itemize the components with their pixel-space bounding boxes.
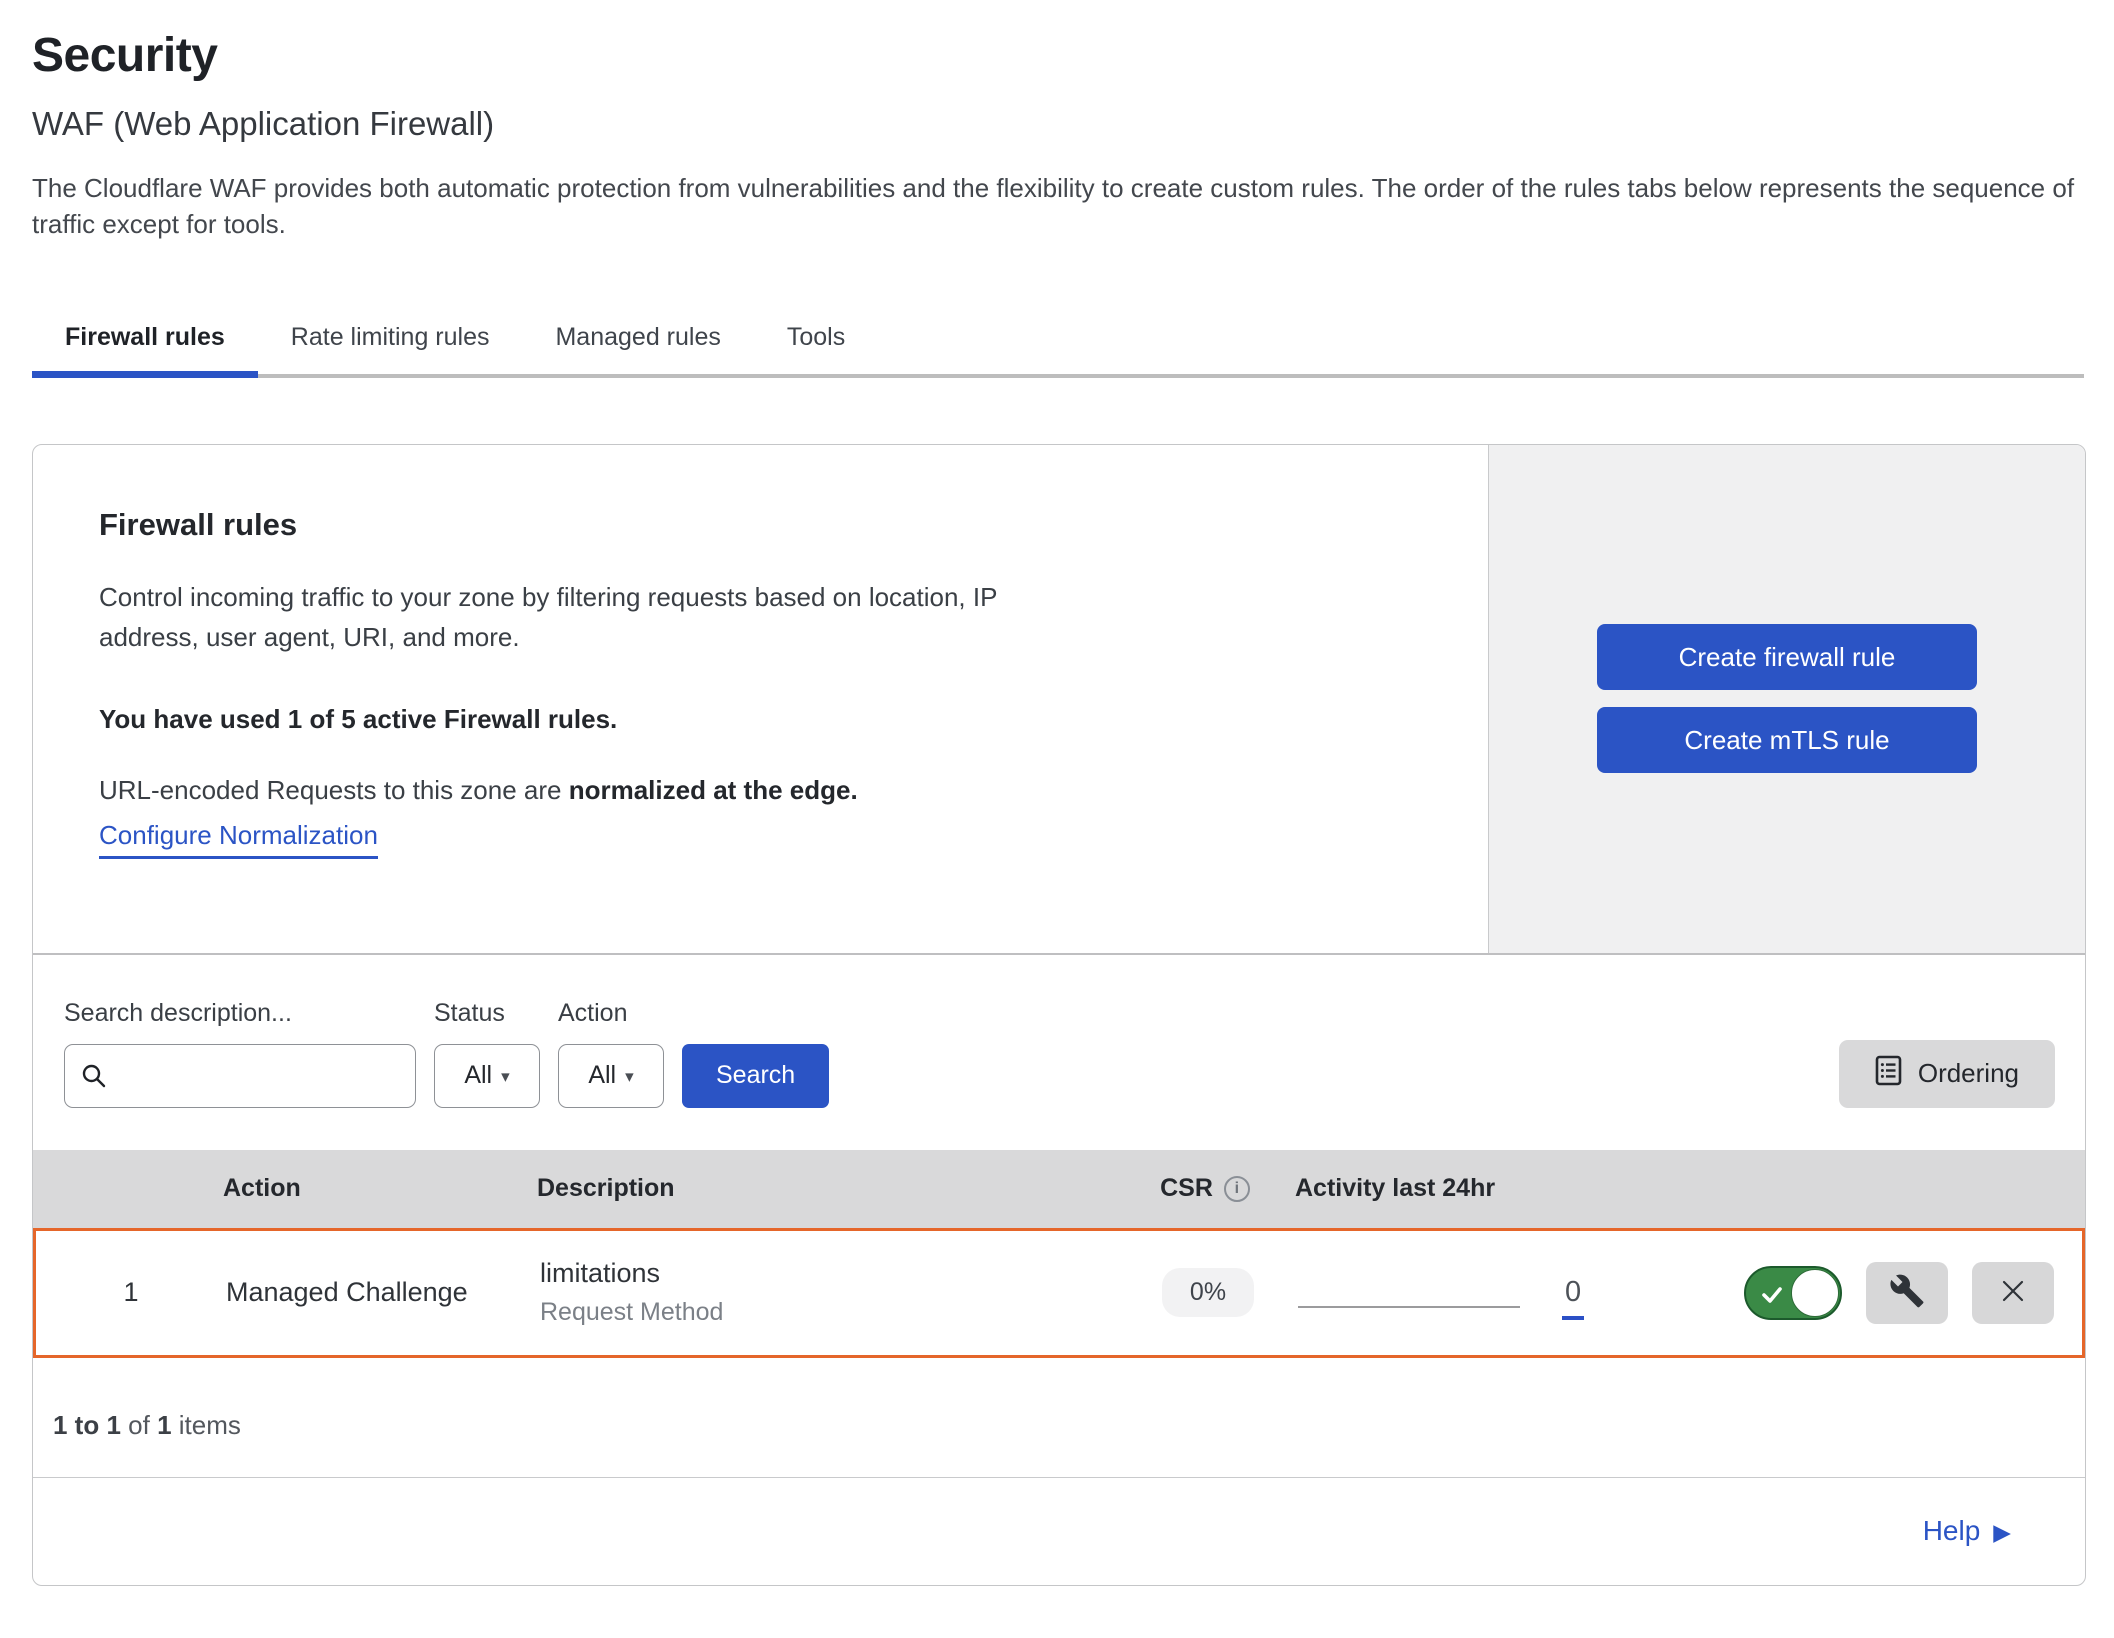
search-field-group: Search description... (64, 999, 416, 1108)
check-icon (1759, 1282, 1785, 1313)
tab-bar: Firewall rules Rate limiting rules Manag… (32, 305, 2084, 378)
edit-rule-button[interactable] (1866, 1262, 1948, 1324)
rule-position: 1 (36, 1277, 226, 1308)
items-total: 1 (157, 1410, 171, 1440)
page-subtitle: WAF (Web Application Firewall) (32, 105, 2084, 143)
header-cell-action: Action (223, 1174, 537, 1203)
table-row: 1 Managed Challenge limitations Request … (33, 1228, 2085, 1358)
activity-sparkline (1298, 1306, 1520, 1308)
action-field-label: Action (558, 999, 664, 1028)
rule-controls (1678, 1262, 2082, 1324)
wrench-icon (1889, 1273, 1925, 1312)
ordering-button-label: Ordering (1918, 1058, 2019, 1089)
firewall-rules-info: Firewall rules Control incoming traffic … (33, 445, 1488, 953)
ordering-button[interactable]: Ordering (1839, 1040, 2055, 1108)
rule-description: limitations (540, 1258, 1118, 1289)
tab-tools[interactable]: Tools (754, 305, 878, 374)
create-mtls-rule-button[interactable]: Create mTLS rule (1597, 707, 1977, 773)
page-title: Security (32, 28, 2084, 83)
rule-enabled-toggle[interactable] (1744, 1266, 1842, 1320)
csr-badge: 0% (1162, 1268, 1254, 1317)
items-range: 1 to 1 (53, 1410, 121, 1440)
header-cell-csr: CSR i (1115, 1174, 1295, 1203)
search-field-label: Search description... (64, 999, 416, 1028)
firewall-rules-card: Firewall rules Control incoming traffic … (32, 444, 2086, 1586)
action-field-group: Action All ▾ (558, 999, 664, 1108)
tab-managed-rules[interactable]: Managed rules (522, 305, 753, 374)
search-icon (80, 1062, 108, 1095)
search-input-wrapper (64, 1044, 416, 1108)
normalization-note: URL-encoded Requests to this zone are no… (99, 775, 1418, 806)
ordered-list-icon (1875, 1055, 1902, 1093)
search-input[interactable] (64, 1044, 416, 1108)
tab-rate-limiting-rules[interactable]: Rate limiting rules (258, 305, 523, 374)
chevron-down-icon: ▾ (625, 1067, 634, 1087)
rule-field: Request Method (540, 1298, 1118, 1327)
status-field-group: Status All ▾ (434, 999, 540, 1108)
action-select[interactable]: All ▾ (558, 1044, 664, 1108)
create-firewall-rule-button[interactable]: Create firewall rule (1597, 624, 1977, 690)
toggle-knob (1791, 1269, 1839, 1317)
status-select[interactable]: All ▾ (434, 1044, 540, 1108)
activity-count-link[interactable]: 0 (1562, 1276, 1584, 1320)
help-link-label: Help (1923, 1515, 1981, 1547)
card-description: Control incoming traffic to your zone by… (99, 577, 1054, 658)
card-heading: Firewall rules (99, 507, 1418, 543)
action-select-value: All (588, 1061, 616, 1090)
rule-description-cell: limitations Request Method (540, 1258, 1118, 1327)
info-icon[interactable]: i (1224, 1176, 1250, 1202)
arrow-right-icon: ▶ (1993, 1519, 2011, 1546)
close-icon (1998, 1276, 2028, 1309)
card-top-section: Firewall rules Control incoming traffic … (33, 445, 2085, 955)
normalization-prefix: URL-encoded Requests to this zone are (99, 775, 569, 805)
status-field-label: Status (434, 999, 540, 1028)
usage-summary: You have used 1 of 5 active Firewall rul… (99, 704, 1418, 735)
chevron-down-icon: ▾ (501, 1067, 510, 1087)
filter-bar: Search description... Status All ▾ (33, 955, 2085, 1150)
pagination-summary: 1 to 1 of 1 items (33, 1358, 2085, 1477)
table-header: Action Description CSR i Activity last 2… (33, 1150, 2085, 1228)
delete-rule-button[interactable] (1972, 1262, 2054, 1324)
rule-csr-cell: 0% (1118, 1268, 1298, 1317)
status-select-value: All (464, 1061, 492, 1090)
header-cell-activity: Activity last 24hr (1295, 1174, 1675, 1203)
tab-firewall-rules[interactable]: Firewall rules (32, 305, 258, 374)
help-row: Help ▶ (33, 1477, 2085, 1585)
configure-normalization-link[interactable]: Configure Normalization (99, 820, 378, 859)
security-waf-page: Security WAF (Web Application Firewall) … (0, 0, 2114, 1638)
rule-action: Managed Challenge (226, 1277, 540, 1308)
page-description: The Cloudflare WAF provides both automat… (32, 171, 2084, 243)
card-actions-panel: Create firewall rule Create mTLS rule (1488, 445, 2085, 953)
header-cell-description: Description (537, 1174, 1115, 1203)
search-button[interactable]: Search (682, 1044, 829, 1108)
help-link[interactable]: Help ▶ (1923, 1515, 2011, 1547)
rule-activity-cell: 0 (1298, 1271, 1678, 1315)
normalization-bold: normalized at the edge. (569, 775, 858, 805)
